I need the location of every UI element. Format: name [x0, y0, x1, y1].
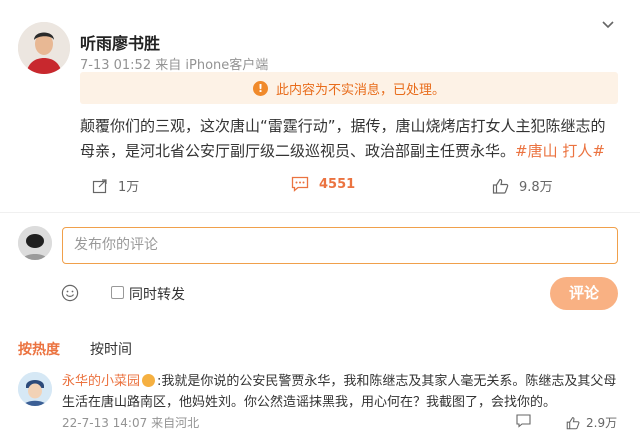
comment-reply-button[interactable]	[516, 414, 531, 428]
comment-button[interactable]: 4551	[291, 176, 355, 192]
comment-input[interactable]: 发布你的评论	[62, 227, 618, 264]
author-avatar[interactable]	[18, 22, 70, 74]
repost-button[interactable]: 1万	[92, 176, 139, 195]
like-button[interactable]: 9.8万	[492, 176, 553, 195]
repost-count: 1万	[118, 180, 140, 195]
misinformation-notice: ! 此内容为不实消息，已处理。	[80, 72, 618, 104]
post-content: 颠覆你们的三观，这次唐山“雷霆行动”，据传，唐山烧烤店打女人主犯陈继志的母亲，是…	[80, 114, 620, 164]
like-count: 9.8万	[519, 180, 553, 195]
emoji-icon[interactable]	[61, 284, 79, 302]
thumbs-up-icon	[566, 416, 580, 429]
reply-icon	[516, 414, 531, 428]
repost-checkbox[interactable]	[111, 286, 124, 299]
sort-by-hot-tab[interactable]: 按热度	[18, 339, 60, 359]
topic-tag[interactable]: #唐山 打人#	[515, 142, 605, 160]
post-meta: 7-13 01:52 来自 iPhone客户端	[80, 54, 268, 73]
repost-checkbox-label[interactable]: 同时转发	[129, 284, 185, 304]
commenter-avatar[interactable]	[18, 372, 52, 406]
comment-location: 来自河北	[151, 416, 200, 430]
comment-count: 4551	[319, 176, 356, 192]
chevron-down-icon[interactable]	[600, 16, 616, 32]
repost-icon	[92, 178, 107, 193]
thumbs-up-icon	[492, 178, 509, 194]
comment-body: 永华的小菜园:我就是你说的公安民警贾永华，我和陈继志及其家人毫无关系。陈继志及其…	[62, 371, 622, 413]
notice-text: 此内容为不实消息，已处理。	[275, 82, 445, 98]
submit-comment-button[interactable]: 评论	[550, 277, 618, 310]
warning-icon: !	[252, 80, 268, 96]
author-name[interactable]: 听雨廖书胜	[80, 30, 160, 54]
post-source: 来自 iPhone客户端	[155, 58, 269, 73]
comment-like-count: 2.9万	[586, 416, 618, 430]
my-avatar[interactable]	[18, 226, 52, 260]
comment-icon	[291, 176, 309, 192]
badge-icon	[142, 374, 156, 387]
comment-time: 22-7-13 14:07	[62, 416, 148, 430]
section-divider	[0, 212, 640, 213]
comment-meta: 22-7-13 14:07 来自河北	[62, 414, 199, 431]
commenter-name[interactable]: 永华的小菜园	[62, 374, 140, 389]
comment-like-button[interactable]: 2.9万	[566, 414, 617, 431]
sort-by-time-tab[interactable]: 按时间	[90, 339, 132, 359]
post-time[interactable]: 7-13 01:52	[80, 58, 151, 73]
post-actions: 1万 4551 9.8万	[0, 176, 640, 196]
